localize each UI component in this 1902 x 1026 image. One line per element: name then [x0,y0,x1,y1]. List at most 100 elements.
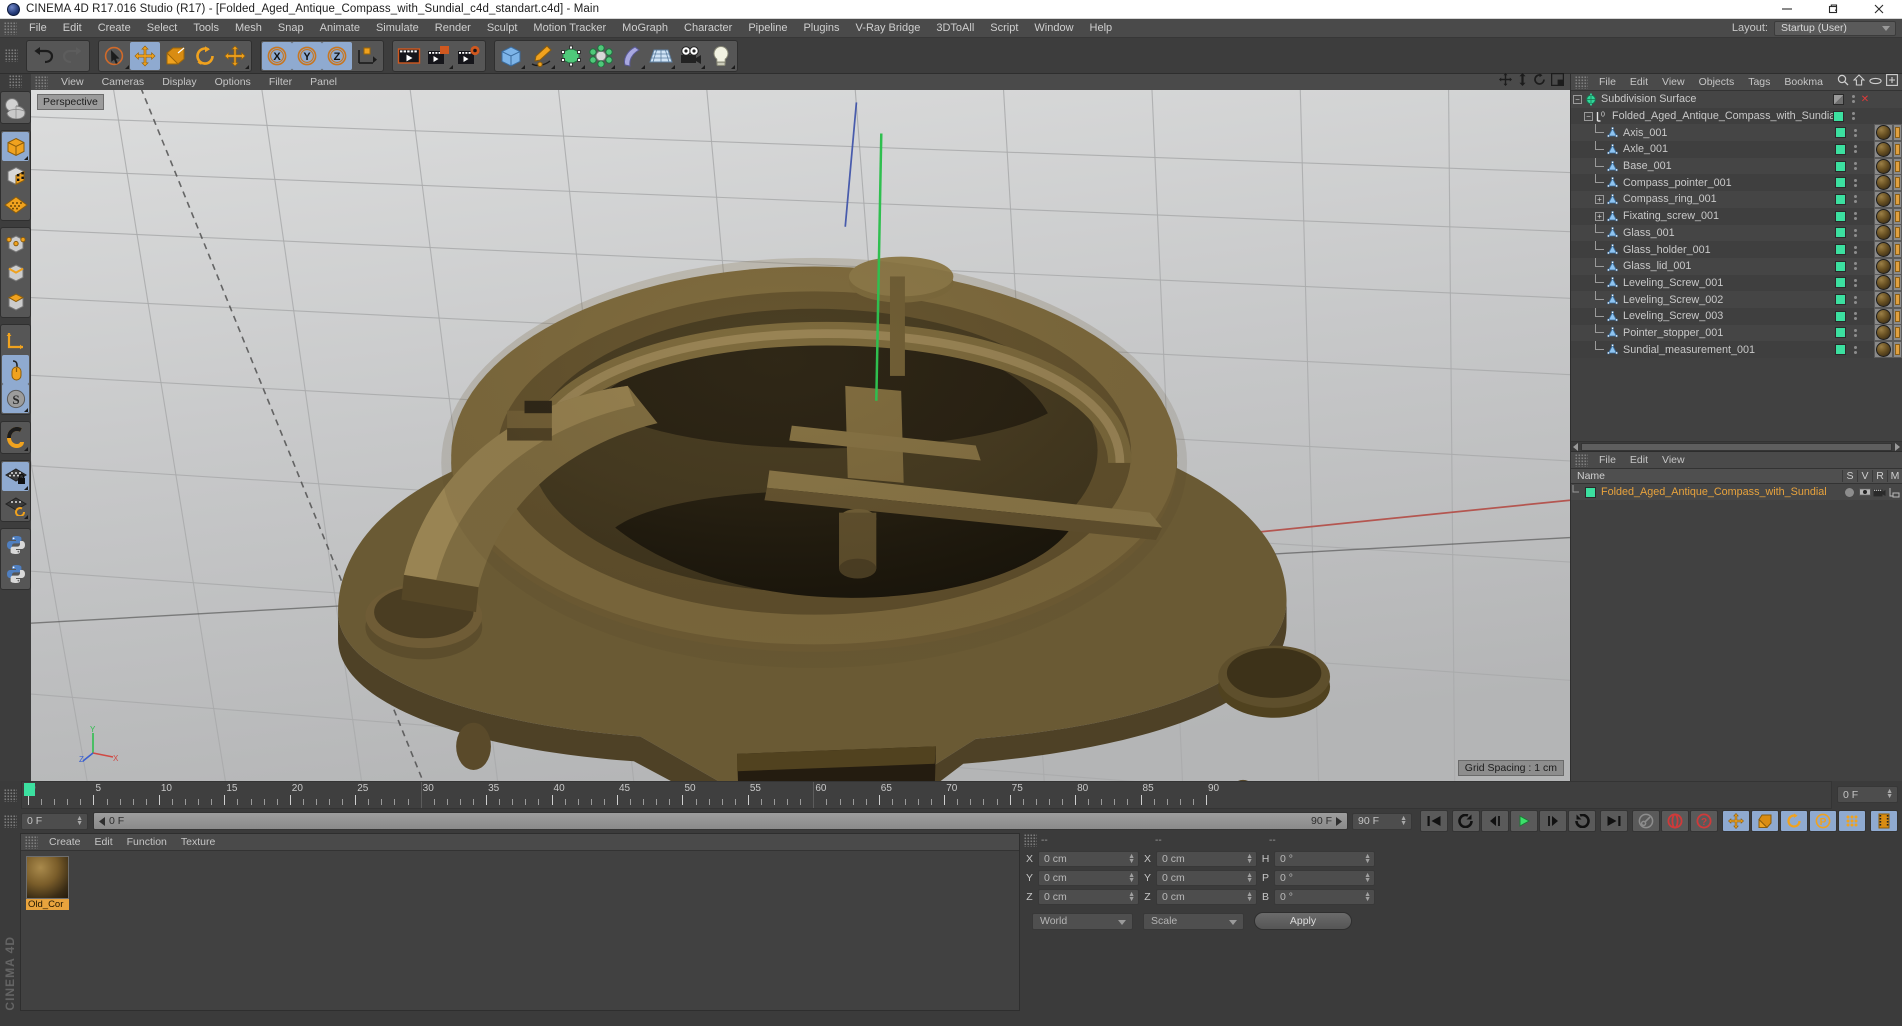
collapse-node-icon[interactable]: − [1573,94,1582,104]
layout-select[interactable]: Startup (User) [1774,20,1896,36]
menu-grip[interactable] [4,21,17,35]
material-tag-icon[interactable] [1874,157,1893,175]
material-tag-icon[interactable] [1874,140,1893,158]
lock-workplane-button[interactable] [2,462,29,491]
uvw-tag-icon[interactable] [1893,291,1902,309]
play-reverse-button[interactable] [1452,810,1480,832]
minimize-button[interactable] [1764,0,1810,19]
coordinate-system-select[interactable]: World [1032,912,1133,930]
scroll-left-arrow[interactable] [1571,442,1581,451]
layer-rows[interactable]: Folded_Aged_Antique_Compass_with_Sundial [1571,484,1902,500]
material-tag-icon[interactable] [1874,291,1893,309]
spinner-icon[interactable]: ▲ ▼ [1364,872,1371,884]
layer-row[interactable]: Folded_Aged_Antique_Compass_with_Sundial [1571,484,1902,500]
key-position-button[interactable] [1722,810,1750,832]
viewport-menu-grip[interactable] [35,75,48,89]
make-editable-button[interactable] [2,93,29,122]
coordinate-field[interactable]: 0 cm ▲ ▼ [1156,870,1257,886]
coordinate-field[interactable]: 0 ° ▲ ▼ [1274,889,1375,905]
object-row[interactable]: Axle_001 [1571,140,1902,158]
menu-item-motion-tracker[interactable]: Motion Tracker [525,19,614,38]
menu-item-3dtoall[interactable]: 3DToAll [928,19,982,38]
menu-item-plugins[interactable]: Plugins [795,19,847,38]
coordinates-grip[interactable] [1024,834,1037,847]
material-manager-menu-item-texture[interactable]: Texture [174,834,222,851]
undo-button[interactable] [28,42,58,70]
spinner-icon[interactable]: ▲ ▼ [76,815,83,827]
visibility-dots-icon[interactable] [1850,262,1860,271]
search-icon[interactable] [1837,73,1849,91]
key-pla-button[interactable] [1838,810,1866,832]
spline-pen-button[interactable] [526,42,556,70]
menu-item-file[interactable]: File [21,19,55,38]
coordinate-field[interactable]: 0 cm ▲ ▼ [1156,889,1257,905]
menu-item-v-ray-bridge[interactable]: V-Ray Bridge [848,19,929,38]
axis-y-button[interactable]: Y [292,41,322,70]
visibility-dots-icon[interactable] [1850,195,1860,204]
scroll-thumb[interactable] [1582,443,1891,450]
bend-deformer-button[interactable] [616,42,646,70]
uvw-tag-icon[interactable] [1893,274,1902,292]
polygons-mode-button[interactable] [2,287,29,316]
material-tag-icon[interactable] [1874,207,1893,225]
dolly-icon[interactable] [1517,73,1528,91]
uvw-tag-icon[interactable] [1893,124,1902,142]
enable-swatch-icon[interactable] [1835,344,1846,356]
object-row[interactable]: Glass_lid_001 [1571,257,1902,275]
uvw-tag-icon[interactable] [1893,241,1902,259]
delete-tag-icon[interactable]: ✕ [1858,94,1872,105]
apply-button[interactable]: Apply [1254,912,1352,930]
material-name[interactable]: Old_Cor [26,899,69,910]
enable-swatch-icon[interactable] [1835,210,1846,222]
object-row[interactable]: Leveling_Screw_003 [1571,307,1902,325]
uvw-tag-icon[interactable] [1893,324,1902,342]
solo-dot-icon[interactable] [1842,487,1857,497]
play-button[interactable] [1510,810,1538,832]
spinner-icon[interactable]: ▲ ▼ [1364,853,1371,865]
spinner-icon[interactable]: ▲ ▼ [1128,872,1135,884]
menu-item-sculpt[interactable]: Sculpt [479,19,526,38]
menu-item-render[interactable]: Render [427,19,479,38]
viewport-menu-item-display[interactable]: Display [153,74,205,90]
magnet-button[interactable] [2,423,29,452]
material-manager-menu-item-create[interactable]: Create [42,834,88,851]
scroll-track[interactable] [1581,442,1892,451]
object-row[interactable]: Glass_holder_001 [1571,241,1902,259]
menu-item-create[interactable]: Create [90,19,139,38]
object-manager-grip[interactable] [1575,75,1588,89]
move-alt-tool-button[interactable] [220,42,250,70]
uvw-tag-icon[interactable] [1893,174,1902,192]
menu-item-pipeline[interactable]: Pipeline [740,19,795,38]
current-frame-field[interactable]: 0 F ▲ ▼ [21,812,88,830]
timeline-controls-grip[interactable] [4,814,17,828]
visibility-dots-icon[interactable] [1850,128,1860,137]
array-button[interactable] [586,42,616,70]
soft-selection-button[interactable]: S [2,384,29,413]
ellipse-icon[interactable] [1869,73,1882,91]
menu-item-snap[interactable]: Snap [270,19,312,38]
close-button[interactable] [1856,0,1902,19]
coordinate-field[interactable]: 0 ° ▲ ▼ [1274,851,1375,867]
autokeying-button[interactable] [1632,810,1660,832]
material-manager-menu-item-edit[interactable]: Edit [88,834,120,851]
enable-swatch-icon[interactable] [1835,277,1846,289]
viewport-solo-button[interactable] [2,355,29,384]
menu-item-window[interactable]: Window [1026,19,1081,38]
object-row[interactable]: Compass_pointer_001 [1571,174,1902,192]
material-tag-icon[interactable] [1874,257,1893,275]
object-row[interactable]: Glass_001 [1571,224,1902,242]
object-manager-menu-item-objects[interactable]: Objects [1692,74,1742,91]
python-script-button[interactable] [2,530,29,559]
object-manager-menu-item-tags[interactable]: Tags [1741,74,1777,91]
enable-swatch-icon[interactable] [1835,193,1846,205]
object-row[interactable]: − Subdivision Surface ✕ [1571,91,1902,108]
material-tag-icon[interactable] [1874,241,1893,259]
uvw-tag-icon[interactable] [1893,157,1902,175]
viewport-menu-item-view[interactable]: View [52,74,93,90]
menu-item-mesh[interactable]: Mesh [227,19,270,38]
visibility-dots-icon[interactable] [1850,145,1860,154]
object-row[interactable]: − 0 Folded_Aged_Antique_Compass_with_Sundi… [1571,107,1902,125]
layer-manager-menu-item-file[interactable]: File [1592,452,1623,469]
object-row[interactable]: Leveling_Screw_001 [1571,274,1902,292]
object-manager-menu-item-edit[interactable]: Edit [1623,74,1655,91]
